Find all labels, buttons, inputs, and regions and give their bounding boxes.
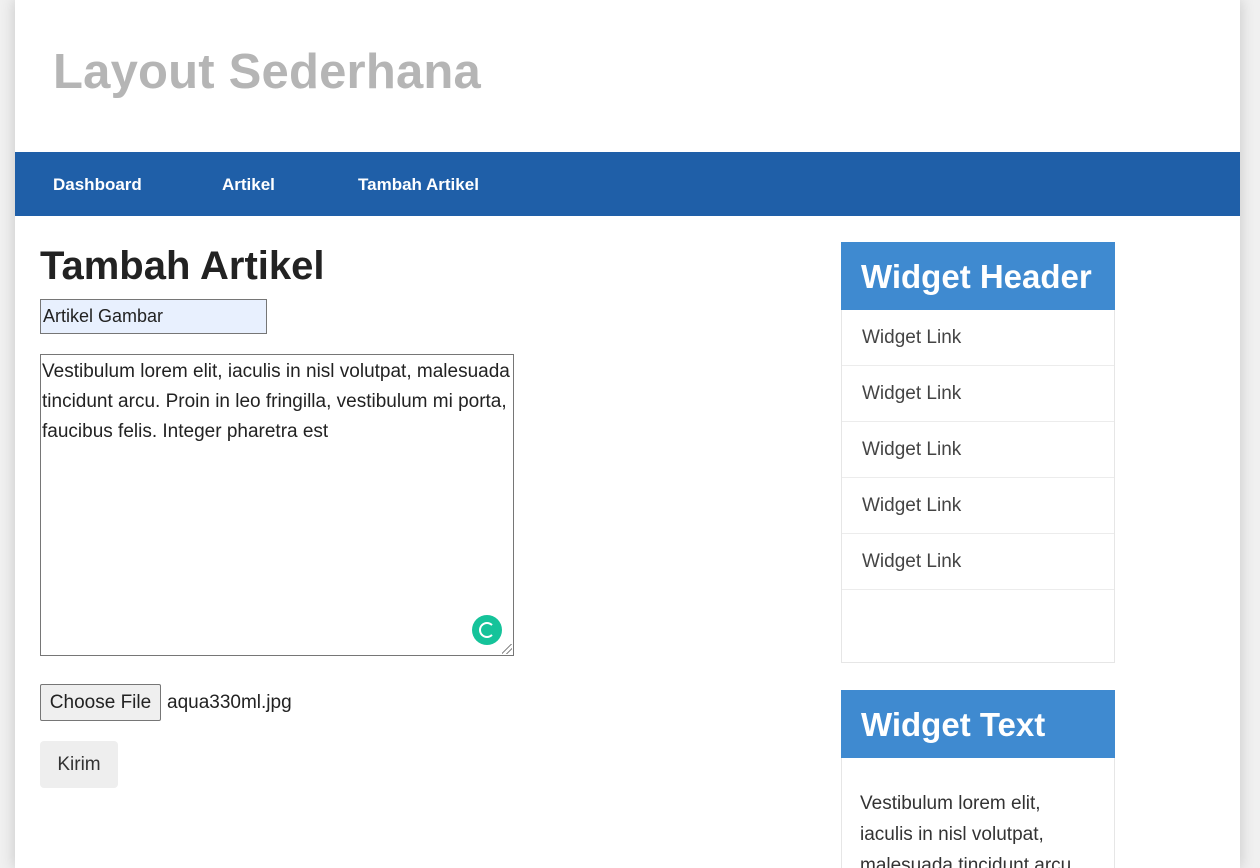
widget-link[interactable]: Widget Link	[842, 422, 1114, 478]
content-textarea[interactable]: Vestibulum lorem elit, iaculis in nisl v…	[40, 354, 514, 656]
choose-file-button[interactable]: Choose File	[40, 684, 161, 721]
site-header: Layout Sederhana	[15, 0, 1240, 152]
widget-link[interactable]: Widget Link	[842, 478, 1114, 534]
content-text: Vestibulum lorem elit, iaculis in nisl v…	[42, 361, 510, 442]
widget-text-body: Vestibulum lorem elit, iaculis in nisl v…	[860, 793, 1077, 868]
title-input[interactable]	[40, 299, 267, 334]
nav-item-artikel[interactable]: Artikel	[222, 175, 275, 195]
file-name: aqua330ml.jpg	[167, 692, 292, 713]
widget-link[interactable]: Widget Link	[842, 310, 1114, 366]
page-title: Tambah Artikel	[40, 244, 325, 288]
main-nav: Dashboard Artikel Tambah Artikel	[15, 152, 1240, 216]
widget-link[interactable]: Widget Link	[842, 366, 1114, 422]
nav-item-tambah-artikel[interactable]: Tambah Artikel	[358, 175, 479, 195]
widget-text: Widget Text Vestibulum lorem elit, iacul…	[841, 690, 1115, 868]
resize-grip-icon[interactable]	[502, 644, 512, 654]
site-title: Layout Sederhana	[53, 45, 481, 99]
grammarly-icon[interactable]	[472, 615, 502, 645]
submit-button[interactable]: Kirim	[40, 741, 118, 788]
widget-links: Widget Header Widget Link Widget Link Wi…	[841, 242, 1115, 663]
widget-link[interactable]: Widget Link	[842, 534, 1114, 590]
widget-header: Widget Header	[841, 242, 1115, 310]
page-container: Layout Sederhana Dashboard Artikel Tamba…	[15, 0, 1240, 868]
widget-text-header: Widget Text	[841, 690, 1115, 758]
nav-item-dashboard[interactable]: Dashboard	[53, 175, 142, 195]
